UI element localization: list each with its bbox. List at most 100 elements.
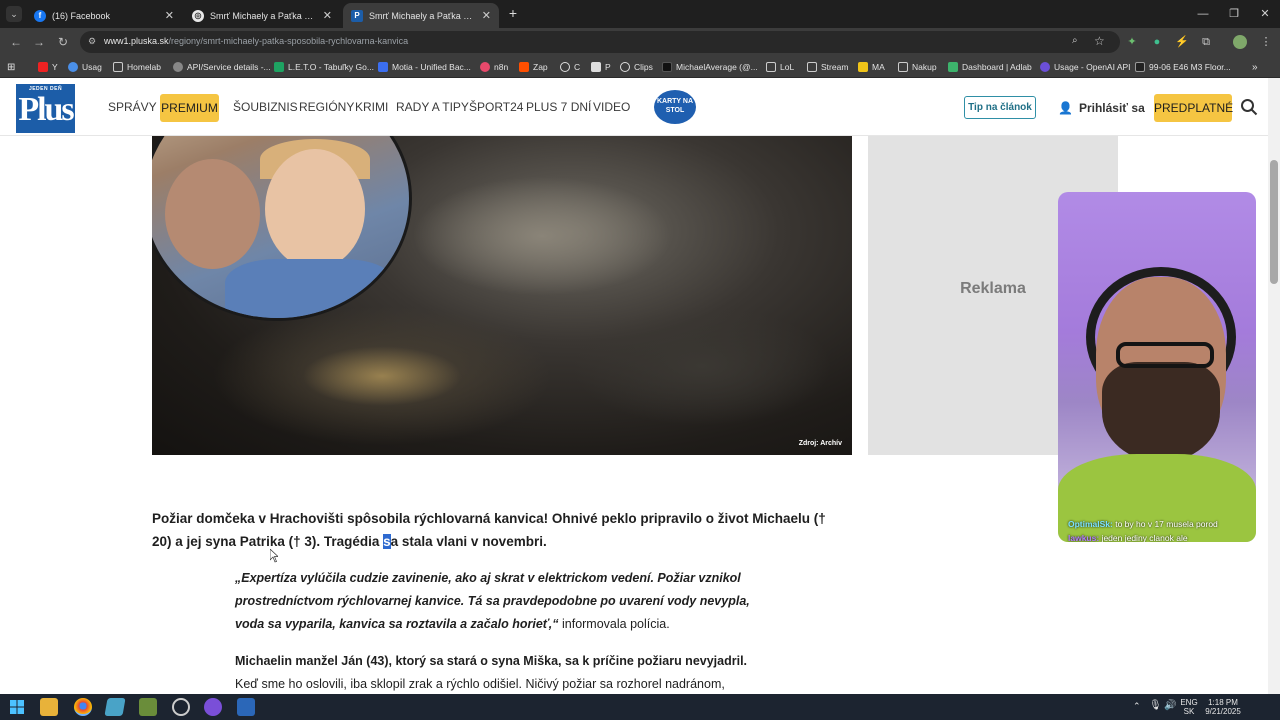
zoom-icon[interactable]: ⌕	[1072, 35, 1078, 46]
karty-na-stol-logo[interactable]: KARTY NA STOL	[654, 90, 696, 124]
app-icon[interactable]	[104, 698, 126, 716]
windows-start-icon[interactable]	[8, 698, 26, 716]
bookmarks-bar: ⊞ Y Usag Homelab API/Service details -..…	[0, 56, 1280, 78]
tab-facebook[interactable]: f (16) Facebook ✕	[26, 3, 182, 28]
police-quote: „Expertíza vylúčila cudzie zavinenie, ak…	[235, 571, 750, 631]
bookmark-folder[interactable]: Nakup	[898, 60, 937, 74]
bookmark-star-icon[interactable]: ☆	[1094, 34, 1105, 48]
nav-plus-7-dni[interactable]: PLUS 7 DNÍ	[526, 100, 591, 114]
browser-tab-strip: ⌄ f (16) Facebook ✕ ◎ Smrť Michaely a Pa…	[0, 0, 1280, 28]
new-tab-button[interactable]: +	[505, 5, 521, 21]
article-lead: Požiar domčeka v Hrachovišti spôsobila r…	[152, 511, 826, 549]
menu-kebab-icon[interactable]: ⋮	[1258, 34, 1274, 50]
tab-search-button[interactable]: ⌄	[6, 6, 22, 22]
text-selection: s	[383, 534, 391, 549]
nav-krimi[interactable]: KRIMI	[355, 100, 388, 114]
url-text: www1.pluska.sk/regiony/smrt-michaely-pat…	[104, 36, 409, 46]
tab-article-2[interactable]: P Smrť Michaely a Paťka spôsobil ✕	[343, 3, 499, 28]
bookmark-item[interactable]: L.E.T.O - Tabuľky Go...	[274, 60, 374, 74]
restore-icon[interactable]: ❐	[1219, 4, 1249, 24]
chat-message: lawkus: jeden jediny clanok ale	[1068, 533, 1188, 542]
chrome-icon: ◎	[192, 9, 204, 22]
bookmark-item[interactable]: Clips	[620, 60, 653, 74]
tray-chevron-icon[interactable]: ⌃	[1133, 702, 1141, 711]
openai-icon	[1040, 62, 1050, 72]
site-info-icon[interactable]: ⚙	[88, 36, 96, 47]
article-photo: Zdroj: Archív	[152, 136, 852, 455]
nav-video[interactable]: VIDEO	[593, 100, 630, 114]
bookmark-item[interactable]: Usage - OpenAI API	[1040, 60, 1131, 74]
minimize-icon[interactable]: —	[1188, 4, 1218, 24]
bmw-icon	[1135, 62, 1145, 72]
bookmark-item[interactable]: Usag	[68, 60, 102, 74]
bookmark-item[interactable]: API/Service details -...	[173, 60, 271, 74]
p-icon	[591, 62, 601, 72]
gear-icon	[173, 62, 183, 72]
bookmark-item[interactable]: Motia - Unified Bac...	[378, 60, 471, 74]
bookmark-item[interactable]: P	[591, 60, 611, 74]
nav-sport24[interactable]: ŠPORT24	[469, 100, 523, 114]
reload-icon[interactable]: ↻	[55, 34, 71, 50]
search-icon	[560, 62, 570, 72]
bookmark-folder[interactable]: LoL	[766, 60, 794, 74]
microphone-icon[interactable]: 🎙	[1149, 701, 1162, 711]
extension-icon[interactable]: ⚡	[1174, 34, 1190, 50]
file-explorer-icon[interactable]	[40, 698, 58, 716]
nav-premium-button[interactable]: PREMIUM	[160, 94, 219, 122]
bookmark-item[interactable]: MA	[858, 60, 885, 74]
search-icon[interactable]	[1240, 98, 1258, 116]
folder-icon	[766, 62, 776, 72]
bookmark-item[interactable]: Dashboard | Adlab	[948, 60, 1032, 74]
bookmark-item[interactable]: Zap	[519, 60, 548, 74]
back-icon[interactable]: ←	[8, 34, 24, 50]
forward-icon[interactable]: →	[31, 34, 47, 50]
chrome-taskbar-icon[interactable]	[74, 698, 92, 716]
close-tab-icon[interactable]: ✕	[482, 9, 491, 22]
app-icon[interactable]	[172, 698, 190, 716]
nav-rady-a-tipy[interactable]: RADY A TIPY	[396, 100, 469, 114]
close-window-icon[interactable]: ✕	[1250, 4, 1280, 24]
login-link[interactable]: 👤 Prihlásiť sa	[1058, 101, 1145, 115]
address-bar[interactable]: ⚙ www1.pluska.sk/regiony/smrt-michaely-p…	[80, 31, 1120, 53]
site-header: JEDEN DEŇ Plus SPRÁVY PREMIUM ŠOUBIZNIS …	[0, 78, 1268, 136]
app-icon[interactable]	[139, 698, 157, 716]
tab-article-1[interactable]: ◎ Smrť Michaely a Paťka spôsobil ✕	[184, 3, 340, 28]
bookmarks-overflow[interactable]: »	[1252, 60, 1258, 74]
page-scrollbar[interactable]	[1268, 78, 1280, 694]
bookmark-folder[interactable]: Stream	[807, 60, 848, 74]
victims-inset-photo	[152, 136, 412, 321]
close-tab-icon[interactable]: ✕	[165, 9, 174, 22]
close-tab-icon[interactable]: ✕	[323, 9, 332, 22]
bookmark-item[interactable]: MichaelAverage (@...	[662, 60, 758, 74]
tiktok-icon	[662, 62, 672, 72]
profile-avatar[interactable]	[1233, 35, 1247, 49]
sheets-icon	[274, 62, 284, 72]
subscribe-button[interactable]: PREDPLATNÉ	[1154, 94, 1233, 122]
bookmark-folder[interactable]: Homelab	[113, 60, 161, 74]
volume-icon[interactable]: 🔊	[1164, 701, 1176, 711]
folder-icon	[113, 62, 123, 72]
language-indicator[interactable]: ENG SK	[1178, 698, 1200, 716]
folder-icon	[807, 62, 817, 72]
tip-na-clanok-button[interactable]: Tip na článok	[964, 96, 1036, 119]
youtube-icon	[38, 62, 48, 72]
apps-grid-icon[interactable]: ⊞	[7, 60, 15, 74]
windows-taskbar: ⌃ 🎙 🔊 ENG SK 1:18 PM 9/21/2025	[0, 694, 1280, 720]
nav-soubiznis[interactable]: ŠOUBIZNIS	[233, 100, 298, 114]
bookmark-item[interactable]: Y	[38, 60, 58, 74]
browser-toolbar: ← → ↻ ⚙ www1.pluska.sk/regiony/smrt-mich…	[0, 28, 1280, 56]
bookmark-item[interactable]: n8n	[480, 60, 508, 74]
extension-icon[interactable]: ●	[1149, 34, 1165, 50]
bookmark-item[interactable]: C	[560, 60, 580, 74]
nav-regiony[interactable]: REGIÓNY	[299, 100, 354, 114]
extensions-puzzle-icon[interactable]: ⧉	[1198, 34, 1214, 50]
scrollbar-thumb[interactable]	[1270, 160, 1278, 284]
nav-spravy[interactable]: SPRÁVY	[108, 100, 157, 114]
site-logo[interactable]: JEDEN DEŇ Plus	[16, 84, 75, 133]
calculator-icon[interactable]	[237, 698, 255, 716]
clock[interactable]: 1:18 PM 9/21/2025	[1202, 698, 1244, 716]
extension-icon[interactable]: ✦	[1124, 34, 1140, 50]
bookmark-item[interactable]: 99-06 E46 M3 Floor...	[1135, 60, 1231, 74]
n8n-icon	[480, 62, 490, 72]
app-icon[interactable]	[204, 698, 222, 716]
